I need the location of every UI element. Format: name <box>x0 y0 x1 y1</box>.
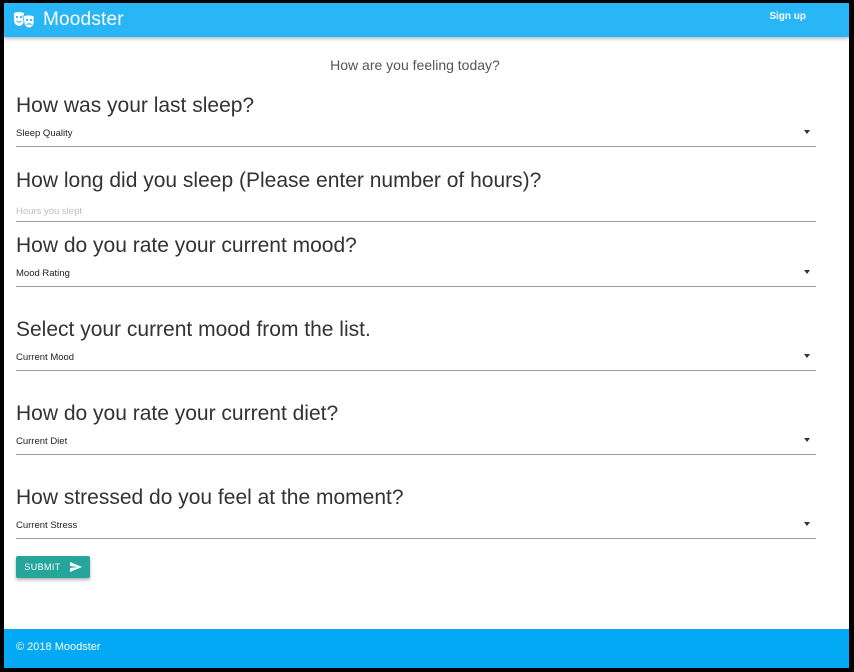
submit-button[interactable]: SUBMIT <box>16 556 90 578</box>
caret-down-icon <box>804 522 810 526</box>
current-mood-select[interactable]: Current Mood <box>16 349 816 371</box>
submit-label: SUBMIT <box>24 562 61 572</box>
theater-masks-icon <box>14 12 35 29</box>
question-current-mood: Select your current mood from the list. … <box>16 317 816 371</box>
mood-rating-select[interactable]: Mood Rating <box>16 265 816 287</box>
question-title: How was your last sleep? <box>16 94 255 117</box>
current-diet-select[interactable]: Current Diet <box>16 433 816 455</box>
caret-down-icon <box>804 438 810 442</box>
select-value: Mood Rating <box>16 268 70 279</box>
send-icon <box>69 562 82 572</box>
footer: © 2018 Moodster <box>4 629 849 668</box>
brand-link[interactable]: Moodster <box>13 7 124 33</box>
brand-name: Moodster <box>43 9 124 30</box>
caret-down-icon <box>804 354 810 358</box>
current-stress-select[interactable]: Current Stress <box>16 517 816 539</box>
question-title: How stressed do you feel at the moment? <box>16 486 404 509</box>
signup-link[interactable]: Sign up <box>769 11 806 22</box>
question-current-stress: How stressed do you feel at the moment? … <box>16 485 816 539</box>
caret-down-icon <box>804 130 810 134</box>
question-title: How long did you sleep (Please enter num… <box>16 169 542 192</box>
question-mood-rating: How do you rate your current mood? Mood … <box>16 233 816 287</box>
sleep-quality-select[interactable]: Sleep Quality <box>16 125 816 147</box>
select-value: Current Stress <box>16 520 78 531</box>
caret-down-icon <box>804 270 810 274</box>
app-window: Moodster Sign up How are you feeling tod… <box>4 3 849 668</box>
select-value: Current Diet <box>16 436 68 447</box>
select-value: Current Mood <box>16 352 75 363</box>
page-subtitle: How are you feeling today? <box>330 57 500 73</box>
question-sleep-quality: How was your last sleep? Sleep Quality <box>16 93 816 147</box>
footer-copyright: © 2018 Moodster <box>16 641 101 653</box>
question-title: Select your current mood from the list. <box>16 318 371 341</box>
question-sleep-hours: How long did you sleep (Please enter num… <box>16 168 816 222</box>
select-value: Sleep Quality <box>16 128 73 139</box>
question-title: How do you rate your current mood? <box>16 234 357 257</box>
question-title: How do you rate your current diet? <box>16 402 339 425</box>
sleep-hours-input[interactable] <box>16 200 816 222</box>
navbar: Moodster Sign up <box>4 3 849 37</box>
sleep-hours-field <box>16 200 816 222</box>
question-current-diet: How do you rate your current diet? Curre… <box>16 401 816 455</box>
